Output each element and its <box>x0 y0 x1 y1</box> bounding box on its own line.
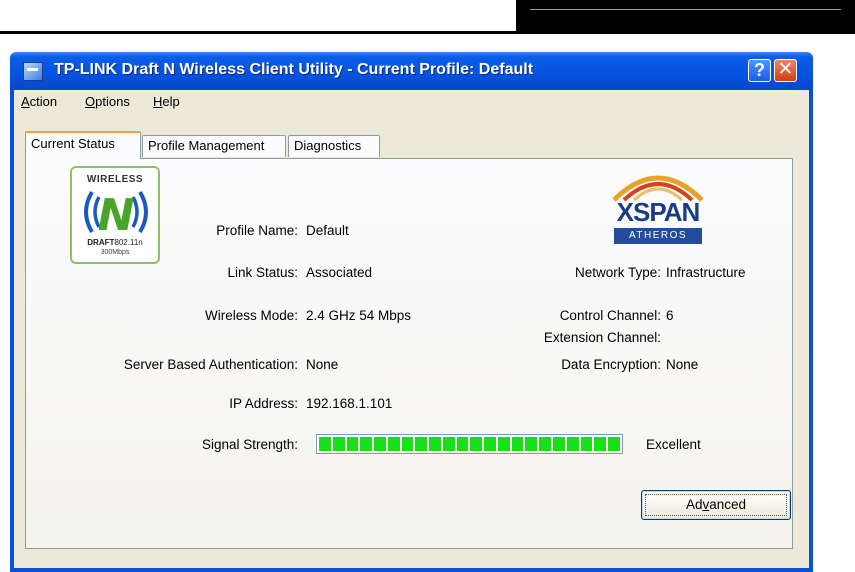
signal-segment <box>608 437 620 451</box>
window-title: TP-LINK Draft N Wireless Client Utility … <box>54 61 534 78</box>
signal-segment <box>553 437 565 451</box>
ip-address-value: 192.168.1.101 <box>306 396 393 411</box>
signal-segment <box>332 437 345 451</box>
signal-segment <box>429 437 441 451</box>
advanced-button[interactable]: Advanced <box>641 490 791 520</box>
control-channel-label: Control Channel: <box>559 308 661 323</box>
signal-segment <box>374 437 386 451</box>
signal-segment <box>511 437 524 451</box>
control-channel-value: 6 <box>666 308 674 323</box>
data-encryption-label: Data Encryption: <box>561 357 661 372</box>
server-auth-value: None <box>306 357 339 372</box>
profile-name-label: Profile Name: <box>216 223 298 238</box>
server-auth-label: Server Based Authentication: <box>123 357 298 372</box>
help-button[interactable]: ? <box>748 59 771 82</box>
signal-segment <box>346 437 359 451</box>
signal-segment <box>594 437 607 451</box>
ip-address-label: IP Address: <box>229 396 298 411</box>
window-client-area: Action Options Help Current Status Profi… <box>14 90 809 568</box>
wireless-n-logo: WIRELESS N DRAFT802.11n 300Mbps <box>70 166 160 264</box>
signal-segment <box>484 437 496 451</box>
tab-diagnostics[interactable]: Diagnostics <box>288 135 380 157</box>
signal-segment <box>525 437 538 451</box>
signal-segment <box>456 437 469 451</box>
signal-segment <box>566 437 579 451</box>
document-header-bar <box>516 0 855 34</box>
signal-strength-value: Excellent <box>646 437 701 452</box>
data-encryption-value: None <box>666 357 699 372</box>
current-status-panel: WIRELESS N DRAFT802.11n 300Mbps XSPAN AT… <box>25 158 793 549</box>
signal-segment <box>360 437 373 451</box>
wireless-mode-value: 2.4 GHz 54 Mbps <box>306 308 412 323</box>
app-icon <box>23 62 43 81</box>
link-status-value: Associated <box>306 265 373 280</box>
signal-segment <box>442 437 455 451</box>
menu-help[interactable]: Help <box>153 94 180 109</box>
xspan-atheros-logo: XSPAN ATHEROS <box>606 162 710 244</box>
menu-action[interactable]: Action <box>21 94 57 109</box>
document-rule <box>0 31 533 34</box>
extension-channel-label: Extension Channel: <box>543 330 661 345</box>
signal-strength-label: Signal Strength: <box>201 437 298 452</box>
network-type-value: Infrastructure <box>666 265 746 280</box>
signal-segment <box>387 437 400 451</box>
wireless-mode-label: Wireless Mode: <box>204 308 298 323</box>
tab-current-status[interactable]: Current Status <box>25 131 141 159</box>
signal-segment <box>401 437 414 451</box>
signal-segment <box>497 437 510 451</box>
signal-segment <box>319 437 331 451</box>
profile-name-value: Default <box>306 223 349 238</box>
signal-segment <box>539 437 552 451</box>
menu-options[interactable]: Options <box>85 94 130 109</box>
close-button[interactable]: ✕ <box>774 59 797 82</box>
signal-segment <box>580 437 593 451</box>
link-status-label: Link Status: <box>227 265 298 280</box>
signal-segment <box>415 437 428 451</box>
network-type-label: Network Type: <box>574 265 661 280</box>
tab-profile-management[interactable]: Profile Management <box>142 135 286 157</box>
menu-bar: Action Options Help <box>14 90 809 112</box>
utility-window: TP-LINK Draft N Wireless Client Utility … <box>10 52 813 572</box>
signal-segment <box>470 437 483 451</box>
xspan-arcs-icon <box>612 175 704 202</box>
title-bar[interactable]: TP-LINK Draft N Wireless Client Utility … <box>10 52 813 90</box>
signal-strength-meter <box>316 434 623 454</box>
